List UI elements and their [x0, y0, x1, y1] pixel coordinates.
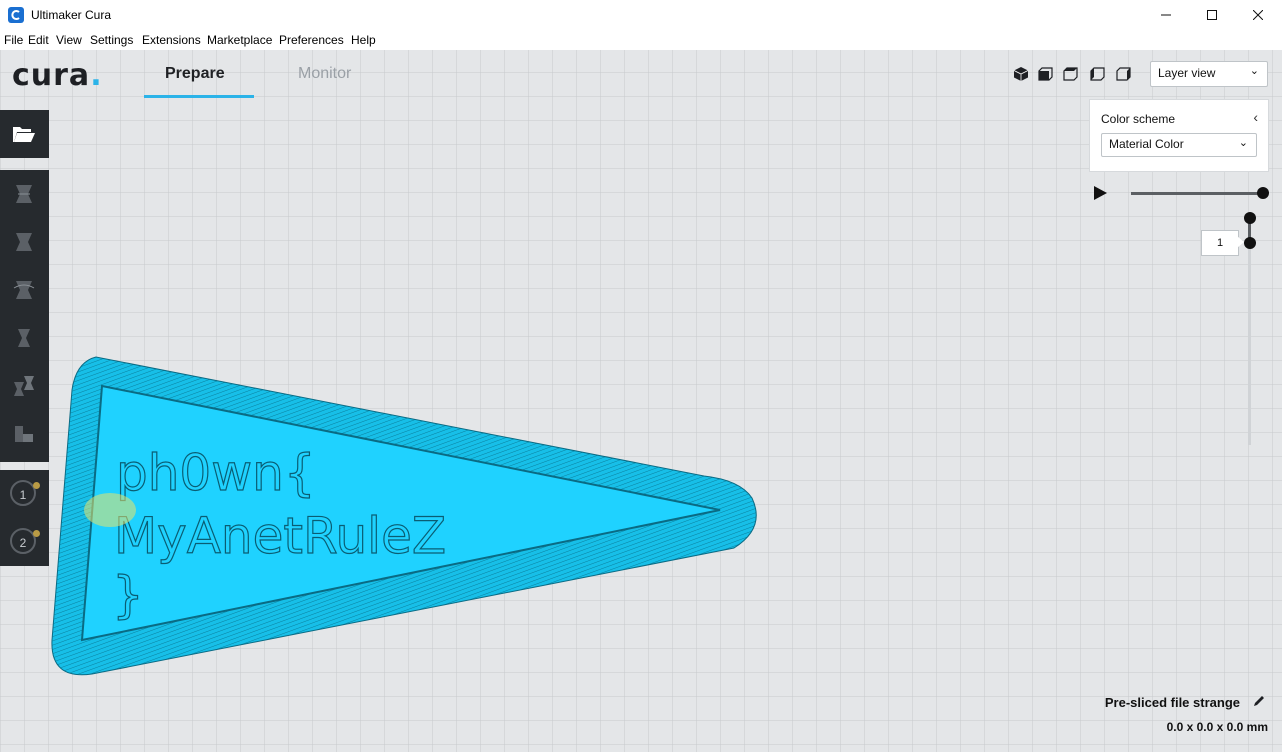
- chevron-down-icon: ⌄: [1238, 137, 1248, 149]
- support-blocker-icon[interactable]: [12, 422, 36, 446]
- view-type-value: Layer view: [1158, 66, 1216, 80]
- menu-preferences[interactable]: Preferences: [279, 33, 344, 47]
- left-view-icon[interactable]: [1090, 66, 1106, 82]
- right-view-icon[interactable]: [1116, 66, 1132, 82]
- menu-edit[interactable]: Edit: [28, 33, 49, 47]
- current-layer-input[interactable]: 1: [1201, 230, 1239, 256]
- view-type-select[interactable]: Layer view ⌄: [1150, 61, 1268, 87]
- play-icon[interactable]: [1094, 186, 1107, 200]
- model-dimensions: 0.0 x 0.0 x 0.0 mm: [1166, 720, 1268, 734]
- travel-highlight: [84, 493, 136, 527]
- layer-box-pointer: [1237, 236, 1244, 248]
- model-text-line-2: MyAnetRuleZ: [114, 507, 446, 565]
- title-bar: Ultimaker Cura: [0, 0, 1282, 31]
- per-model-settings-icon[interactable]: [12, 374, 36, 398]
- extruder-2-material-dot: [33, 530, 40, 537]
- menu-settings[interactable]: Settings: [90, 33, 133, 47]
- top-view-icon[interactable]: [1063, 66, 1079, 82]
- minimize-icon[interactable]: [1143, 0, 1189, 31]
- layer-slider-track[interactable]: [1248, 217, 1251, 445]
- rotate-tool-icon[interactable]: [12, 278, 36, 302]
- color-scheme-panel: Color scheme ‹ Material Color ⌄: [1089, 99, 1269, 172]
- extruder-1-material-dot: [33, 482, 40, 489]
- menu-marketplace[interactable]: Marketplace: [207, 33, 272, 47]
- model-text-line-1: ph0wn{: [116, 444, 316, 502]
- window-title: Ultimaker Cura: [31, 8, 112, 22]
- path-slider-handle[interactable]: [1257, 187, 1269, 199]
- menu-file[interactable]: File: [4, 33, 23, 47]
- cura-app-icon: [8, 7, 24, 23]
- maximize-icon[interactable]: [1189, 0, 1235, 31]
- menu-extensions[interactable]: Extensions: [142, 33, 201, 47]
- chevron-down-icon: ⌄: [1249, 65, 1259, 77]
- cura-logo: cura.: [12, 58, 103, 93]
- menu-view[interactable]: View: [56, 33, 82, 47]
- logo-text: cura: [12, 58, 91, 93]
- front-view-icon[interactable]: [1038, 66, 1054, 82]
- open-file-icon[interactable]: [12, 122, 36, 146]
- menu-help[interactable]: Help: [351, 33, 376, 47]
- color-scheme-value: Material Color: [1109, 137, 1184, 151]
- chevron-left-icon[interactable]: ‹: [1253, 109, 1258, 125]
- path-slider-track[interactable]: [1131, 192, 1263, 195]
- menu-bar: File Edit View Settings Extensions Marke…: [0, 31, 1282, 50]
- layer-slider-bottom-handle[interactable]: [1244, 237, 1256, 249]
- extruder-panel: 1 2: [0, 470, 49, 566]
- model-text-line-3: }: [112, 566, 144, 624]
- close-icon[interactable]: [1235, 0, 1281, 31]
- active-tab-indicator: [144, 95, 254, 98]
- mirror-tool-icon[interactable]: [12, 326, 36, 350]
- move-tool-icon[interactable]: [12, 182, 36, 206]
- 3d-view-icon[interactable]: [1013, 66, 1029, 82]
- color-scheme-select[interactable]: Material Color ⌄: [1101, 133, 1257, 157]
- tab-monitor[interactable]: Monitor: [298, 65, 351, 83]
- transform-toolbar: [0, 170, 49, 462]
- logo-dot: .: [90, 58, 103, 93]
- scale-tool-icon[interactable]: [12, 230, 36, 254]
- layer-slider-top-handle[interactable]: [1244, 212, 1256, 224]
- color-scheme-label: Color scheme: [1101, 112, 1176, 126]
- pencil-icon[interactable]: [1252, 694, 1266, 708]
- tab-prepare[interactable]: Prepare: [165, 65, 225, 83]
- job-name: Pre-sliced file strange: [1104, 695, 1240, 710]
- open-file-panel: [0, 110, 49, 158]
